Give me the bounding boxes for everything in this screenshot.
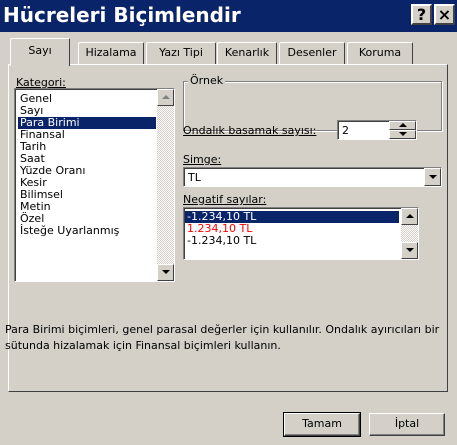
chevron-down-icon	[429, 175, 437, 179]
arrow-down-icon	[399, 132, 407, 136]
negative-label: Negatif sayılar:	[183, 193, 267, 206]
window-title: Hücreleri Biçimlendir	[3, 3, 241, 27]
tab-hizalama[interactable]: Hizalama	[78, 42, 144, 64]
symbol-dropdown-button[interactable]	[424, 168, 441, 186]
category-list[interactable]: Genel Sayı Para Birimi Finansal Tarih Sa…	[14, 88, 175, 282]
arrow-down-icon	[406, 248, 414, 252]
tab-koruma[interactable]: Koruma	[347, 42, 413, 64]
scroll-down-button[interactable]	[157, 264, 174, 281]
tab-sayi[interactable]: Sayı	[10, 38, 70, 66]
arrow-down-icon	[162, 270, 170, 274]
arrow-up-icon	[406, 214, 414, 218]
arrow-up-icon	[399, 123, 407, 127]
negative-list[interactable]: -1.234,10 TL 1.234,10 TL -1.234,10 TL	[183, 207, 419, 260]
scroll-up-button[interactable]	[157, 89, 174, 106]
arrow-up-icon	[162, 95, 170, 99]
symbol-select[interactable]: TL	[183, 167, 442, 187]
symbol-value: TL	[188, 171, 201, 184]
tab-kenarlik[interactable]: Kenarlık	[217, 42, 277, 64]
close-icon: ×	[437, 5, 452, 24]
spin-up-button[interactable]	[389, 121, 416, 130]
decimal-spinner[interactable]: 2	[337, 120, 417, 140]
help-button[interactable]: ?	[411, 4, 432, 25]
title-bar[interactable]: Hücreleri Biçimlendir ? ×	[0, 0, 457, 32]
decimal-input[interactable]: 2	[342, 124, 349, 137]
scroll-up-button[interactable]	[401, 208, 418, 225]
symbol-label: Simge:	[183, 153, 222, 166]
negative-scrollbar[interactable]	[401, 208, 418, 259]
decimal-label: Ondalık basamak sayısı:	[183, 124, 317, 137]
category-items: Genel Sayı Para Birimi Finansal Tarih Sa…	[18, 93, 156, 237]
negative-items: -1.234,10 TL 1.234,10 TL -1.234,10 TL	[185, 211, 399, 247]
scroll-down-button[interactable]	[401, 242, 418, 259]
sample-title: Örnek	[188, 74, 226, 87]
help-icon: ?	[416, 5, 427, 24]
category-scrollbar[interactable]	[157, 89, 174, 281]
list-item[interactable]: -1.234,10 TL	[185, 235, 399, 247]
ok-button[interactable]: Tamam	[283, 412, 361, 437]
tab-yazi-tipi[interactable]: Yazı Tipi	[146, 42, 216, 64]
format-description: Para Birimi biçimleri, genel parasal değ…	[5, 323, 440, 352]
cancel-button[interactable]: İptal	[369, 413, 445, 436]
tab-desenler[interactable]: Desenler	[279, 42, 345, 64]
close-button[interactable]: ×	[434, 4, 455, 25]
spin-down-button[interactable]	[389, 130, 416, 139]
list-item[interactable]: İsteğe Uyarlanmış	[18, 225, 156, 237]
